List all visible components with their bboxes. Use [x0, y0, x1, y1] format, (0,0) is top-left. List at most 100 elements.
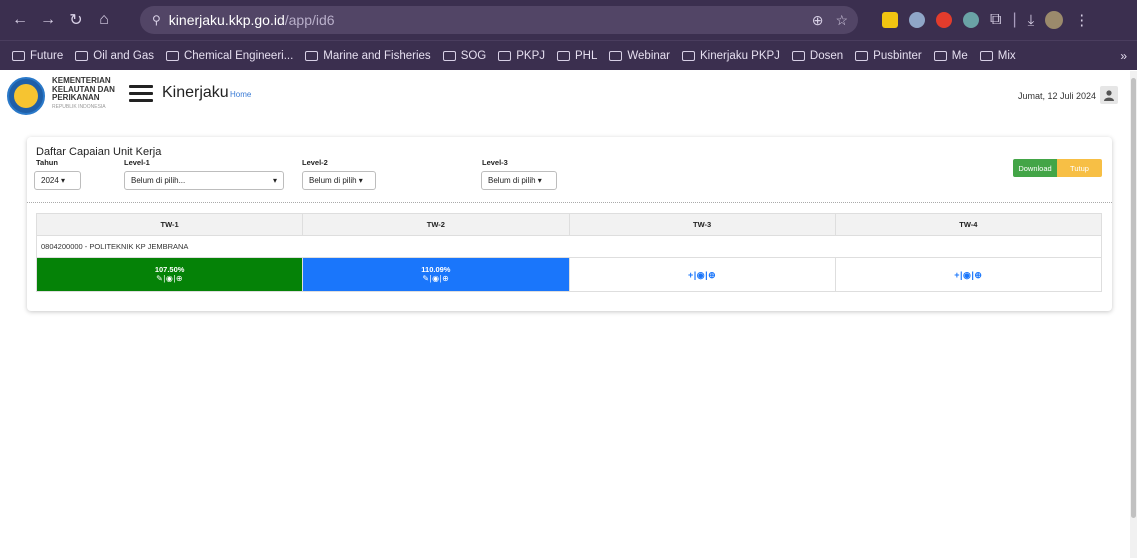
tw2-percentage: 110.09%: [421, 265, 451, 274]
extension-icon[interactable]: [963, 12, 979, 28]
chevron-down-icon: ▾: [272, 176, 277, 185]
tw1-actions[interactable]: ✎|◉|⊕: [37, 274, 302, 284]
tutup-button[interactable]: Tutup: [1057, 159, 1102, 177]
bookmark-label: Marine and Fisheries: [323, 49, 431, 62]
home-link[interactable]: Home: [230, 90, 251, 99]
bookmark-label: Chemical Engineeri...: [183, 49, 294, 62]
kkp-logo: [7, 77, 45, 115]
level2-label: Level-2: [302, 158, 328, 167]
home-icon[interactable]: ⌂: [90, 6, 118, 34]
bookmark-folder[interactable]: Mix: [974, 50, 1022, 62]
forward-icon[interactable]: →: [34, 6, 62, 34]
address-bar[interactable]: ⚲ kinerjaku.kkp.go.id/app/id6 ⊕ ☆: [140, 6, 858, 34]
folder-icon: [442, 50, 456, 61]
table-row: 107.50% ✎|◉|⊕ 110.09% ✎|◉|⊕ +|◉|⊕ +|◉|⊕: [35, 257, 1103, 292]
zoom-icon[interactable]: ⊕: [812, 12, 824, 29]
extensions-area: ⧉ | ⤓ ⋮: [882, 6, 1089, 34]
bookmark-folder[interactable]: PKPJ: [492, 50, 551, 62]
extension-icon[interactable]: [882, 12, 898, 28]
bookmark-folder[interactable]: Me: [928, 50, 974, 62]
app-header: KEMENTERIAN KELAUTAN DAN PERIKANAN REPUB…: [0, 71, 1130, 123]
bookmark-label: SOG: [460, 49, 487, 62]
org-subline: REPUBLIK INDONESIA: [52, 103, 106, 110]
tw1-cell: 107.50% ✎|◉|⊕: [35, 257, 304, 292]
bookmark-folder[interactable]: Oil and Gas: [69, 50, 160, 62]
logo-emblem: [14, 84, 38, 108]
bookmark-label: PHL: [575, 49, 598, 62]
bookmark-folder[interactable]: Future: [6, 50, 69, 62]
tw2-cell: 110.09% ✎|◉|⊕: [302, 257, 570, 292]
tw3-actions[interactable]: +|◉|⊕: [570, 270, 835, 280]
page-scrollbar-thumb[interactable]: [1131, 78, 1136, 518]
folder-icon: [557, 50, 571, 61]
folder-icon: [791, 50, 805, 61]
capaian-card: Daftar Capaian Unit Kerja Tahun 2024 ▾ L…: [27, 137, 1112, 311]
extension-icon[interactable]: [909, 12, 925, 28]
bookmark-label: PKPJ: [516, 49, 546, 62]
bookmark-folder[interactable]: Webinar: [603, 50, 676, 62]
org-name: KEMENTERIAN KELAUTAN DAN PERIKANAN REPUB…: [52, 76, 115, 111]
bookmark-label: Kinerjaku PKPJ: [700, 49, 780, 62]
current-date: Jumat, 12 Juli 2024: [1017, 91, 1096, 101]
tahun-value: 2024 ▾: [41, 176, 66, 185]
extension-icon[interactable]: [936, 12, 952, 28]
hamburger-menu-icon[interactable]: [129, 85, 153, 102]
level1-value: Belum di pilih...: [131, 176, 186, 185]
table-row: 0804200000 - POLITEKNIK KP JEMBRANA: [36, 235, 1102, 258]
folder-icon: [979, 50, 993, 61]
bookmark-star-icon[interactable]: ☆: [835, 12, 848, 29]
tw2-actions[interactable]: ✎|◉|⊕: [303, 274, 568, 284]
folder-icon: [498, 50, 512, 61]
level1-select[interactable]: Belum di pilih... ▾: [124, 171, 284, 190]
bookmark-folder[interactable]: SOG: [437, 50, 493, 62]
folder-icon: [165, 50, 179, 61]
folder-icon: [682, 50, 696, 61]
col-header-tw2: TW-2: [302, 213, 570, 236]
unit-name: 0804200000 - POLITEKNIK KP JEMBRANA: [36, 235, 1102, 258]
extensions-puzzle-icon[interactable]: ⧉: [990, 11, 1001, 29]
bookmark-folder[interactable]: PHL: [551, 50, 603, 62]
bookmark-label: Webinar: [627, 49, 671, 62]
reload-icon[interactable]: ↻: [62, 6, 90, 34]
bookmark-label: Future: [30, 49, 64, 62]
folder-icon: [609, 50, 623, 61]
level1-label: Level-1: [124, 158, 150, 167]
tahun-label: Tahun: [36, 158, 58, 167]
user-icon[interactable]: [1100, 86, 1118, 104]
tw1-percentage: 107.50%: [154, 265, 185, 274]
bookmarks-bar: Future Oil and Gas Chemical Engineeri...…: [0, 40, 1137, 70]
tw3-cell: +|◉|⊕: [568, 257, 836, 292]
bookmark-folder[interactable]: Pusbinter: [849, 50, 928, 62]
download-icon[interactable]: ⤓: [1028, 12, 1035, 29]
tw4-cell: +|◉|⊕: [834, 257, 1103, 292]
tw4-actions[interactable]: +|◉|⊕: [836, 270, 1101, 280]
site-info-icon[interactable]: ⚲: [152, 13, 161, 27]
folder-icon: [305, 50, 319, 61]
bookmark-folder[interactable]: Chemical Engineeri...: [160, 50, 299, 62]
level2-value: Belum di pilih ▾: [309, 176, 363, 185]
org-line: PERIKANAN: [52, 93, 100, 102]
level3-label: Level-3: [482, 158, 508, 167]
url-host: kinerjaku.kkp.go.id: [168, 12, 285, 28]
bookmark-label: Pusbinter: [873, 49, 922, 62]
folder-icon: [75, 50, 89, 61]
divider: [27, 202, 1112, 203]
table-header-row: TW-1 TW-2 TW-3 TW-4: [35, 213, 1103, 236]
tahun-select[interactable]: 2024 ▾: [34, 171, 81, 190]
download-button[interactable]: Download: [1013, 159, 1057, 177]
bookmark-label: Mix: [997, 49, 1016, 62]
app-title: Kinerjaku: [162, 84, 229, 101]
capaian-table: TW-1 TW-2 TW-3 TW-4 0804200000 - POLITEK…: [35, 213, 1103, 292]
bookmark-folder[interactable]: Marine and Fisheries: [299, 50, 436, 62]
menu-kebab-icon[interactable]: ⋮: [1074, 11, 1089, 29]
bookmark-folder[interactable]: Dosen: [786, 50, 849, 62]
level3-select[interactable]: Belum di pilih ▾: [481, 171, 557, 190]
bookmarks-overflow-button[interactable]: »: [1120, 49, 1127, 63]
profile-avatar[interactable]: [1045, 11, 1064, 29]
back-icon[interactable]: ←: [6, 6, 34, 34]
bookmark-label: Oil and Gas: [93, 49, 154, 62]
bookmark-folder[interactable]: Kinerjaku PKPJ: [676, 50, 786, 62]
card-title: Daftar Capaian Unit Kerja: [36, 146, 162, 158]
level2-select[interactable]: Belum di pilih ▾: [302, 171, 376, 190]
url-path: /app/id6: [284, 12, 335, 28]
